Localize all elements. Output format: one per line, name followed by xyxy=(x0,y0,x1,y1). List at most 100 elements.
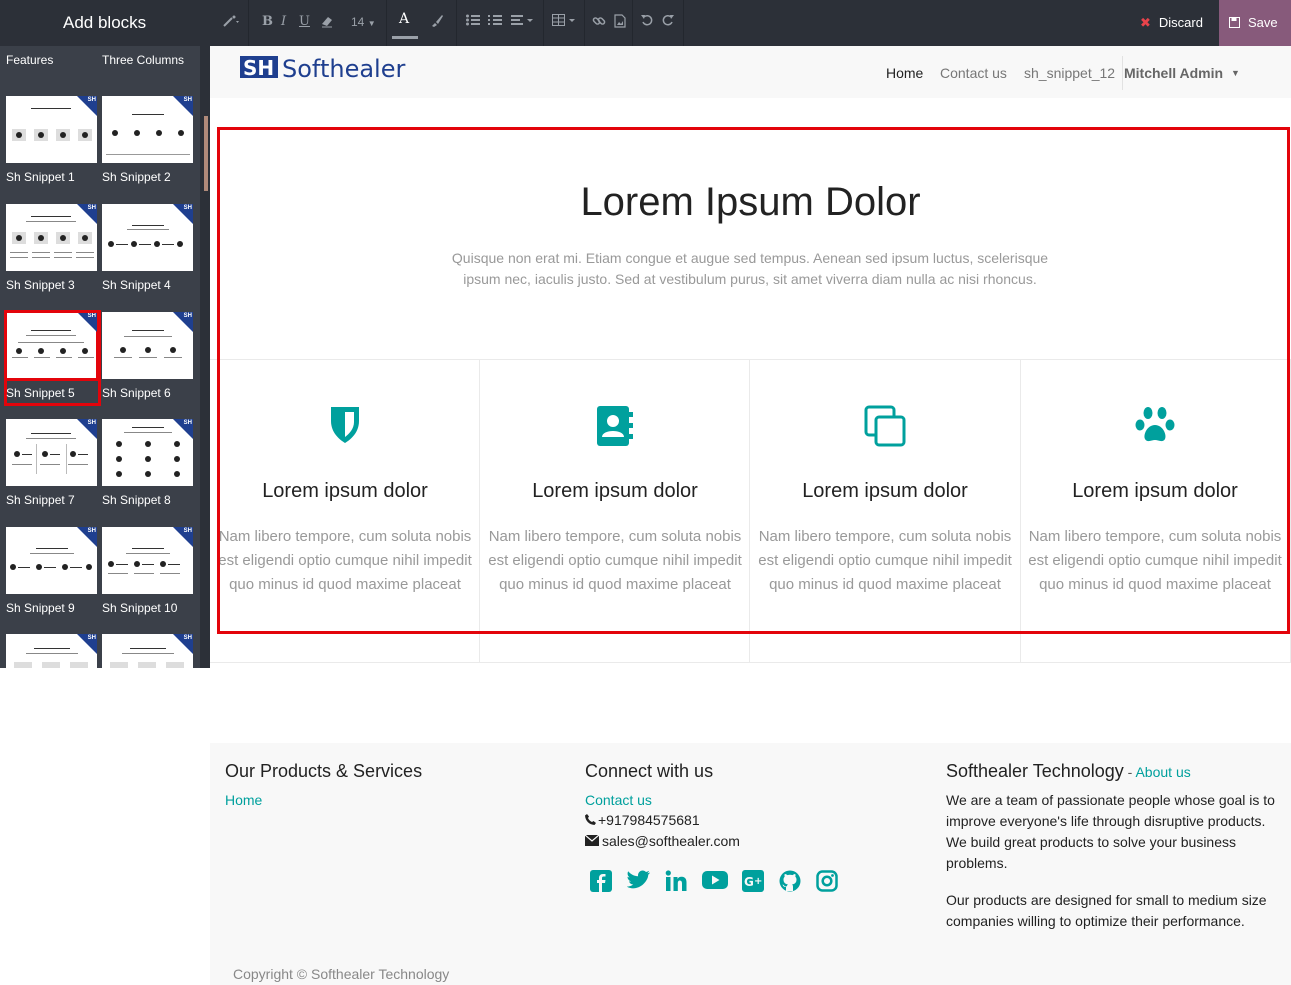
feature-title: Lorem ipsum dolor xyxy=(262,480,428,502)
bullet-list-icon[interactable] xyxy=(466,14,480,30)
undo-icon[interactable] xyxy=(641,14,653,30)
feature-card[interactable]: Lorem ipsum dolor Nam libero tempore, cu… xyxy=(210,359,480,663)
snippet-thumbnail: SH xyxy=(6,634,97,668)
font-size-dropdown[interactable]: 14 ▼ xyxy=(351,14,376,32)
heading-separator: - xyxy=(1123,764,1136,780)
svg-text:G: G xyxy=(744,875,754,889)
snippet-section[interactable]: Lorem Ipsum Dolor Quisque non erat mi. E… xyxy=(210,98,1291,668)
shield-icon xyxy=(210,405,480,449)
feature-card[interactable]: Lorem ipsum dolor Nam libero tempore, cu… xyxy=(1020,359,1290,663)
redo-icon[interactable] xyxy=(662,14,674,30)
scrollbar-thumb[interactable] xyxy=(204,116,208,191)
bold-icon[interactable]: B xyxy=(262,14,273,30)
snippet-thumbnail: SH xyxy=(102,419,193,486)
envelope-icon xyxy=(584,831,602,852)
snippet-thumbnail: SH xyxy=(6,419,97,486)
footer-contact-link[interactable]: Contact us xyxy=(585,792,652,808)
copyright-text: Copyright © Softhealer Technology xyxy=(233,966,450,982)
company-name: Softhealer Technology xyxy=(946,761,1124,781)
youtube-icon[interactable] xyxy=(702,870,728,894)
floppy-disk-icon xyxy=(1229,1,1240,47)
svg-text:+: + xyxy=(754,876,762,887)
snippet-label: Sh Snippet 6 xyxy=(102,386,171,400)
close-icon: ✖ xyxy=(1140,15,1151,30)
snippet-label: Sh Snippet 4 xyxy=(102,278,171,292)
snippet-label: Sh Snippet 9 xyxy=(6,601,75,615)
footer-about-paragraph: Our products are designed for small to m… xyxy=(946,892,1267,929)
caret-down-icon: ▼ xyxy=(1230,68,1240,78)
footer-email: sales@softhealer.com xyxy=(584,831,740,852)
snippet-label: Sh Snippet 7 xyxy=(6,493,75,507)
font-color-underline xyxy=(392,36,418,39)
image-icon[interactable] xyxy=(614,14,626,32)
add-blocks-title: Add blocks xyxy=(0,0,210,46)
snippet-label: Sh Snippet 10 xyxy=(102,601,178,615)
snippet-thumbnail: SH xyxy=(102,204,193,271)
user-menu[interactable]: Mitchell Admin ▼ xyxy=(1124,65,1240,81)
softhealer-logo[interactable]: SH Softhealer xyxy=(240,54,420,84)
italic-icon[interactable]: I xyxy=(281,14,286,30)
snippet-label: Three Columns xyxy=(102,53,185,67)
nav-sh-snippet-12[interactable]: sh_snippet_12 xyxy=(1024,65,1115,81)
snippet-label: Sh Snippet 8 xyxy=(102,493,171,507)
editor-toolbar: B I U 14 ▼ A ✖ Discard Save xyxy=(210,0,1291,46)
sh-badge: SH xyxy=(87,205,96,211)
footer-phone: +917984575681 xyxy=(585,810,700,831)
sh-badge: SH xyxy=(87,420,96,426)
footer-home-link[interactable]: Home xyxy=(225,792,262,808)
feature-title: Lorem ipsum dolor xyxy=(532,480,698,502)
sh-badge: SH xyxy=(87,528,96,534)
sh-badge: SH xyxy=(87,97,96,103)
about-us-link[interactable]: About us xyxy=(1135,764,1190,780)
facebook-icon[interactable] xyxy=(590,870,614,894)
paint-brush-icon[interactable] xyxy=(430,14,444,32)
snippet-thumbnail: SH xyxy=(102,312,193,379)
sh-badge: SH xyxy=(87,635,96,641)
numbered-list-icon[interactable] xyxy=(488,14,502,30)
snippet-label: Sh Snippet 5 xyxy=(6,386,75,400)
table-icon[interactable] xyxy=(552,14,576,30)
font-color-icon[interactable]: A xyxy=(399,11,409,27)
feature-description: Nam libero tempore, cum soluta nobis est… xyxy=(1028,528,1282,593)
address-book-icon xyxy=(480,405,750,449)
sh-badge: SH xyxy=(183,635,192,641)
snippet-headline[interactable]: Lorem Ipsum Dolor xyxy=(210,180,1291,225)
snippet-label: Sh Snippet 1 xyxy=(6,170,75,184)
underline-icon[interactable]: U xyxy=(299,14,310,30)
twitter-icon[interactable] xyxy=(626,870,651,894)
discard-label: Discard xyxy=(1158,15,1203,30)
discard-button[interactable]: ✖ Discard xyxy=(1128,0,1219,46)
feature-title: Lorem ipsum dolor xyxy=(1072,480,1238,502)
feature-description: Nam libero tempore, cum soluta nobis est… xyxy=(758,528,1012,593)
link-icon[interactable] xyxy=(592,14,606,32)
snippet-label: Sh Snippet 3 xyxy=(6,278,75,292)
footer-about-paragraph: We are a team of passionate people whose… xyxy=(946,792,1275,871)
feature-card[interactable]: Lorem ipsum dolor Nam libero tempore, cu… xyxy=(480,359,750,663)
eraser-icon[interactable] xyxy=(320,14,334,32)
magic-icon[interactable] xyxy=(222,14,240,32)
website-navbar: SH Softhealer Home Contact us sh_snippet… xyxy=(210,46,1291,98)
nav-home[interactable]: Home xyxy=(886,65,923,81)
sh-badge: SH xyxy=(183,420,192,426)
snippet-label: Features xyxy=(6,53,54,67)
snippet-subtext[interactable]: Quisque non erat mi. Etiam congue et aug… xyxy=(440,248,1060,290)
nav-divider xyxy=(1122,56,1123,90)
google-plus-icon[interactable]: G + xyxy=(742,870,766,894)
user-name: Mitchell Admin xyxy=(1124,65,1224,81)
instagram-icon[interactable] xyxy=(816,870,840,894)
snippet-thumbnail: SH xyxy=(6,96,97,163)
font-size-value: 14 xyxy=(351,15,365,29)
svg-text:Softhealer: Softhealer xyxy=(282,55,405,83)
snippet-thumbnail: SH xyxy=(102,634,193,668)
snippet-label: Sh Snippet 2 xyxy=(102,170,171,184)
github-icon[interactable] xyxy=(779,870,803,894)
nav-contact-us[interactable]: Contact us xyxy=(940,65,1007,81)
email-address[interactable]: sales@softhealer.com xyxy=(602,833,740,849)
align-icon[interactable] xyxy=(511,14,533,30)
feature-card[interactable]: Lorem ipsum dolor Nam libero tempore, cu… xyxy=(750,359,1020,663)
sidebar-scrollbar[interactable] xyxy=(200,46,210,668)
clone-icon xyxy=(750,405,1020,449)
linkedin-icon[interactable] xyxy=(665,870,689,894)
save-button[interactable]: Save xyxy=(1219,0,1291,46)
snippet-thumbnail: SH xyxy=(102,527,193,594)
